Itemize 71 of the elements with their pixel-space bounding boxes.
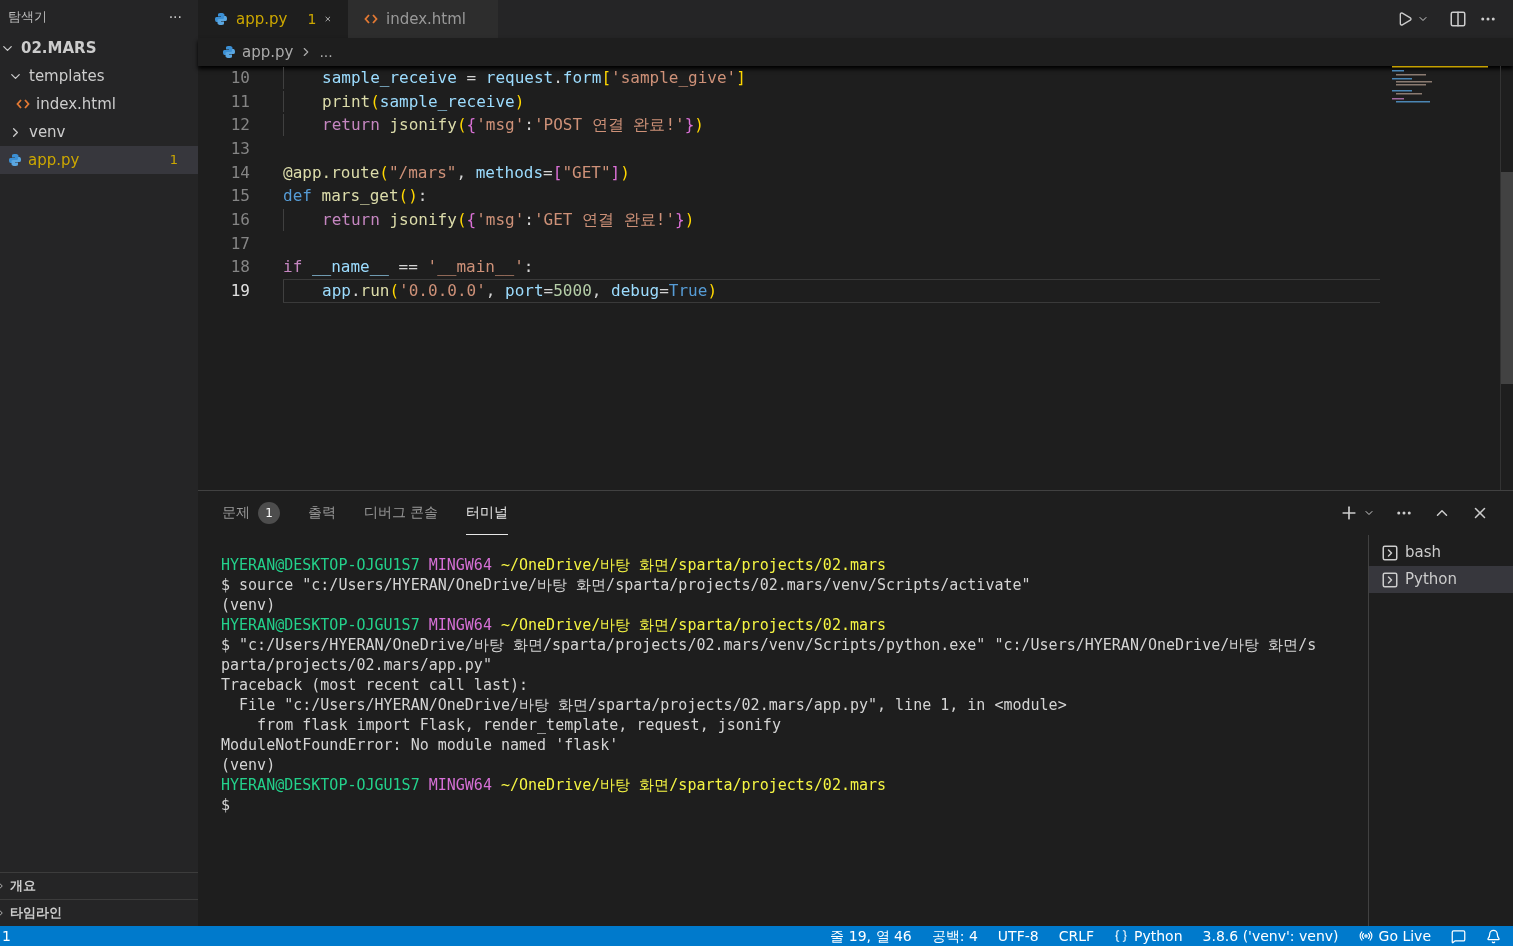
panel-tab[interactable]: 문제 1 — [222, 491, 280, 535]
code-line: sample_receive = request.form['sample_give'] — [283, 67, 746, 89]
status-item[interactable]: 공백: 4 — [931, 925, 978, 946]
line-number: 19 — [229, 280, 250, 303]
section-header[interactable]: 개요 — [0, 872, 198, 899]
count-badge: 1 — [258, 501, 280, 524]
tab-label: app.py — [236, 8, 288, 30]
code-line: return jsonify({'msg':'POST 연결 완료!'}) — [283, 114, 704, 137]
line-number: 11 — [229, 90, 250, 113]
code-line: print(sample_receive) — [283, 90, 525, 113]
broadcast-icon — [1358, 929, 1373, 943]
status-item[interactable]: 줄 19, 열 46 — [830, 925, 912, 946]
code-line: if __name__ == '__main__': — [283, 256, 534, 279]
tree-item[interactable]: index.html — [0, 90, 198, 118]
line-number: 14 — [229, 161, 250, 184]
code-line: return jsonify({'msg':'GET 연결 완료!'}) — [283, 209, 695, 231]
editor-tab[interactable]: index.html — [348, 0, 498, 38]
braces-icon — [1114, 929, 1129, 943]
section-label: 개요 — [10, 877, 36, 896]
tree-item-label: index.html — [36, 93, 117, 115]
status-item[interactable]: 3.8.6 ('venv': venv) — [1202, 925, 1339, 946]
terminal-list-item[interactable]: bash — [1369, 539, 1513, 566]
more-button[interactable]: ··· — [168, 6, 182, 28]
status-item[interactable]: Python — [1114, 925, 1183, 946]
feedback-icon[interactable] — [1451, 928, 1466, 944]
breadcrumb-file[interactable]: app.py — [242, 40, 294, 64]
line-number: 17 — [229, 232, 250, 255]
section-label: 타임라인 — [10, 904, 62, 923]
tree-item[interactable]: venv — [0, 118, 198, 146]
line-number: 10 — [229, 66, 250, 89]
run-icon[interactable] — [1397, 11, 1413, 27]
tree-item-label: app.py — [28, 149, 81, 171]
line-number: 12 — [229, 114, 250, 137]
panel-tab[interactable]: 디버그 콘솔 — [364, 491, 439, 535]
tree-item-label: templates — [29, 65, 106, 87]
problem-count: 1 — [169, 151, 178, 170]
scrollbar-thumb[interactable] — [1501, 172, 1513, 384]
tree-item[interactable]: app.py 1 — [0, 146, 198, 174]
panel-tab[interactable]: 터미널 — [466, 491, 509, 535]
python-icon — [222, 45, 236, 59]
code-brackets-icon — [16, 97, 30, 111]
editor-tab[interactable]: app.py 1 — [198, 0, 348, 38]
terminal-list-item[interactable]: Python — [1369, 566, 1513, 593]
bell-icon[interactable] — [1486, 928, 1501, 944]
tree-item-label: 02.MARS — [21, 37, 98, 59]
code-line: def mars_get(): — [283, 185, 428, 208]
code-brackets-icon — [364, 12, 378, 26]
tree-item[interactable]: templates — [0, 62, 198, 90]
line-number: 13 — [229, 137, 250, 160]
breadcrumb-more[interactable]: ... — [319, 41, 333, 63]
status-item[interactable]: 1 — [0, 925, 11, 946]
tree-item[interactable]: 02.MARS — [0, 34, 198, 62]
status-item[interactable]: CRLF — [1058, 925, 1095, 946]
status-item[interactable]: UTF-8 — [997, 925, 1039, 946]
code-line: @app.route("/mars", methods=["GET"]) — [283, 161, 630, 184]
problem-count: 1 — [307, 9, 317, 29]
tab-label: index.html — [386, 8, 466, 30]
line-number: 16 — [229, 208, 250, 231]
python-icon — [8, 153, 22, 167]
status-item[interactable]: Go Live — [1358, 925, 1431, 946]
line-number: 18 — [229, 256, 250, 279]
terminal-icon — [1381, 543, 1399, 562]
python-icon — [214, 12, 228, 26]
terminal[interactable]: HYERAN@DESKTOP-OJGU1S7 MINGW64 ~/OneDrive/바탕 화면/sparta/projects/02.mars $ source "c:/Users/HYERAN/OneDrive/바탕 화면/sparta/projects/02.mars/venv/Scripts/activate" (venv) HYERAN@DESKTOP-OJGU1S7 MINGW64 ~/OneDrive/바탕 화면/sparta/projects/02.mars $ "c:/Users/HYERAN/OneDrive/바탕 화면/sparta/projects/02.mars/venv/Scripts/python.exe" "c:/Users/HYERAN/OneDrive/바탕 화면/s parta/projects/02.mars/app.py" Traceback (most recent call last): File "c:/Users/HYERAN/OneDrive/바탕 화면/sparta/projects/02.mars/app.py", line 1, in <module> from flask import Flask, render_template, request, jsonify ModuleNotFoundError: No module named 'flask' (venv) HYERAN@DESKTOP-OJGU1S7 MINGW64 ~/OneDrive/바탕 화면/sparta/projects/02.mars $ — [198, 535, 1368, 926]
sidebar-title: 탐색기 — [8, 8, 47, 27]
terminal-icon — [1381, 570, 1399, 589]
tree-item-label: venv — [29, 121, 67, 143]
split-editor-icon[interactable] — [1449, 10, 1467, 28]
panel-tab[interactable]: 출력 — [308, 491, 336, 535]
code-line: app.run('0.0.0.0', port=5000, debug=True) — [283, 280, 717, 302]
line-number: 15 — [229, 185, 250, 208]
